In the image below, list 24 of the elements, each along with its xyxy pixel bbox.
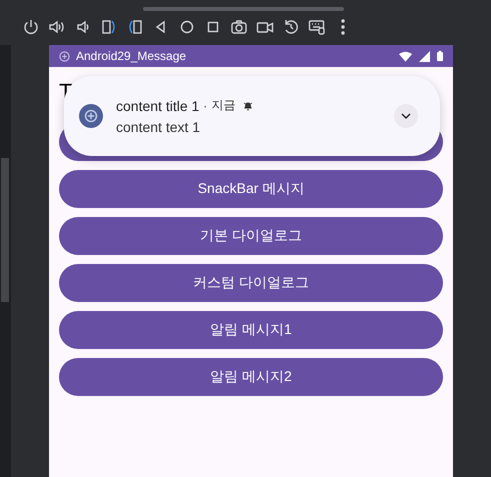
action-button[interactable]: 알림 메시지2 (59, 358, 443, 396)
keyboard-icon[interactable] (308, 18, 326, 36)
scrollbar[interactable] (1, 158, 9, 302)
plus-circle-icon (59, 50, 70, 62)
power-icon[interactable] (22, 18, 40, 36)
action-button[interactable]: 기본 다이얼로그 (59, 217, 443, 255)
action-button[interactable]: SnackBar 메시지 (59, 170, 443, 208)
signal-icon (418, 50, 431, 62)
bell-icon (243, 100, 254, 110)
app-name: Android29_Message (76, 49, 186, 63)
expand-button[interactable] (394, 104, 418, 128)
notification-title: content title 1 (116, 98, 200, 114)
home-icon[interactable] (178, 18, 196, 36)
volume-up-icon[interactable] (48, 18, 66, 36)
notification-time: 지금 (211, 97, 236, 114)
separator: · (203, 98, 208, 112)
notification-text: content text 1 (116, 119, 202, 135)
scrollbar[interactable] (143, 7, 344, 11)
app-icon (79, 104, 103, 128)
wifi-icon (399, 50, 412, 62)
action-button[interactable]: 알림 메시지1 (59, 311, 443, 349)
camera-icon[interactable] (230, 18, 248, 36)
battery-icon (437, 50, 443, 62)
action-button[interactable]: 커스텀 다이얼로그 (59, 264, 443, 302)
